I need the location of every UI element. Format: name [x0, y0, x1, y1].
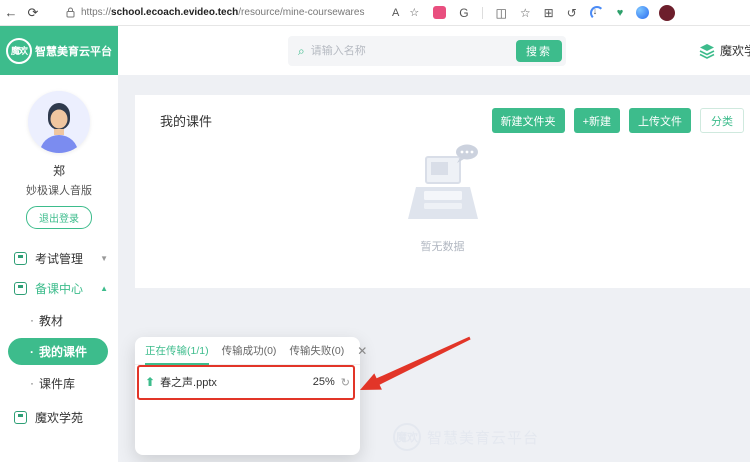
downloads-icon[interactable]: ↓: [590, 6, 604, 20]
menu-label: 考试管理: [35, 250, 83, 267]
tab-transferring[interactable]: 正在传输(1/1): [145, 337, 209, 365]
close-icon[interactable]: ✕: [357, 344, 367, 358]
transfer-tabs: 正在传输(1/1) 传输成功(0) 传输失败(0) ✕: [135, 337, 360, 365]
toolbar: 新建文件夹 +新建 上传文件 分类: [492, 108, 744, 133]
main-content-card: 我的课件 新建文件夹 +新建 上传文件 分类 暂无数据: [135, 95, 750, 288]
sub-item-label: 课件库: [39, 375, 75, 392]
browser-profile-avatar[interactable]: [659, 5, 675, 21]
category-button[interactable]: 分类: [700, 108, 744, 133]
history-icon[interactable]: ↺: [567, 6, 577, 20]
empty-state: 暂无数据: [135, 143, 750, 254]
url-path: /resource/mine-coursewares: [238, 7, 364, 18]
header-right-link[interactable]: 魔欢学苑: [699, 26, 750, 75]
favorite-star-icon[interactable]: ☆: [409, 6, 419, 19]
spinner-icon[interactable]: ↻: [341, 376, 350, 389]
chevron-down-icon: ▼: [100, 254, 108, 263]
sub-item-label: 教材: [39, 312, 63, 329]
tab-transfer-failed[interactable]: 传输失败(0): [289, 337, 344, 365]
new-folder-button[interactable]: 新建文件夹: [492, 108, 565, 133]
upload-row[interactable]: ⬆ 春之声.pptx 25% ↻: [135, 365, 360, 399]
app-window: ← ⟳ https://school.ecoach.evideo.tech/re…: [0, 0, 750, 462]
sidebar-item-textbooks[interactable]: · 教材: [0, 307, 118, 333]
transfer-dialog: 正在传输(1/1) 传输成功(0) 传输失败(0) ✕ ⬆ 春之声.pptx 2…: [135, 337, 360, 455]
browser-essentials-icon[interactable]: ♥: [617, 7, 624, 19]
sidebar: 郑 妙极课人音版 退出登录 考试管理 ▼ 备课中心 ▲ · 教材 · 我的课件: [0, 75, 118, 462]
user-box: 郑 妙极课人音版 退出登录: [0, 75, 118, 229]
collections-icon[interactable]: ⊞: [544, 6, 554, 20]
sidebar-item-mohuan-academy[interactable]: 魔欢学苑: [0, 402, 118, 432]
exam-management-icon: [14, 252, 27, 265]
logo-mark-icon: 魔欢: [6, 38, 32, 64]
watermark-text: 智慧美育云平台: [427, 427, 539, 448]
url-host: school.ecoach.evideo.tech: [111, 7, 238, 18]
card-header: 我的课件 新建文件夹 +新建 上传文件 分类: [135, 95, 750, 133]
browser-chrome: ← ⟳ https://school.ecoach.evideo.tech/re…: [0, 0, 750, 26]
favorites-hub-icon[interactable]: ☆: [520, 6, 531, 20]
logo-text: 智慧美育云平台: [35, 43, 112, 59]
refresh-icon[interactable]: ⟳: [22, 5, 44, 21]
user-avatar: [28, 91, 90, 153]
extension-badge-icon[interactable]: [433, 6, 446, 19]
chevron-up-icon: ▲: [100, 284, 108, 293]
menu-label: 魔欢学苑: [35, 409, 83, 426]
upload-file-button[interactable]: 上传文件: [629, 108, 691, 133]
read-aloud-icon[interactable]: A: [392, 7, 399, 19]
upload-arrow-icon: ⬆: [145, 375, 155, 389]
sidebar-item-lesson-prep-center[interactable]: 备课中心 ▲: [0, 273, 118, 303]
toolbar-divider: [482, 7, 483, 19]
upload-progress: 25%: [313, 376, 335, 388]
sidebar-item-exam-management[interactable]: 考试管理 ▼: [0, 243, 118, 273]
search-icon: ⌕: [298, 44, 305, 59]
watermark: 魔欢 智慧美育云平台: [393, 423, 539, 451]
copilot-icon[interactable]: [636, 6, 649, 19]
empty-state-text: 暂无数据: [135, 238, 750, 254]
user-subtitle: 妙极课人音版: [0, 182, 118, 198]
address-bar[interactable]: https://school.ecoach.evideo.tech/resour…: [58, 3, 388, 23]
annotation-arrow: [350, 330, 480, 400]
lock-icon: [66, 7, 75, 18]
sidebar-menu: 考试管理 ▼ 备课中心 ▲ · 教材 · 我的课件 · 课件库: [0, 243, 118, 432]
search-bar[interactable]: ⌕ 搜索: [288, 36, 566, 66]
layers-icon: [699, 43, 715, 59]
back-icon[interactable]: ←: [0, 5, 22, 20]
split-screen-icon[interactable]: ◫: [496, 6, 507, 20]
page-title: 我的课件: [160, 111, 212, 130]
sidebar-item-courseware-library[interactable]: · 课件库: [0, 370, 118, 396]
menu-label: 备课中心: [35, 280, 83, 297]
platform-logo: 魔欢 智慧美育云平台: [0, 26, 118, 75]
logout-button[interactable]: 退出登录: [26, 206, 92, 229]
url-scheme: https://: [81, 7, 111, 18]
app-header: 魔欢 智慧美育云平台 ⌕ 搜索 魔欢学苑: [0, 26, 750, 75]
empty-box-icon: [404, 143, 482, 227]
header-right-label: 魔欢学苑: [720, 42, 750, 59]
user-name: 郑: [0, 162, 118, 179]
new-button[interactable]: +新建: [574, 108, 620, 133]
sub-item-label: 我的课件: [39, 343, 87, 360]
search-button[interactable]: 搜索: [516, 40, 562, 62]
url-text: https://school.ecoach.evideo.tech/resour…: [81, 7, 364, 18]
upload-file-name: 春之声.pptx: [160, 374, 217, 390]
sidebar-item-my-coursewares[interactable]: · 我的课件: [8, 338, 108, 365]
tab-transfer-success[interactable]: 传输成功(0): [222, 337, 277, 365]
watermark-logo-icon: 魔欢: [393, 423, 421, 451]
extension-g-icon[interactable]: G: [459, 6, 468, 20]
academy-icon: [14, 411, 27, 424]
search-input[interactable]: [311, 45, 516, 57]
lesson-prep-icon: [14, 282, 27, 295]
